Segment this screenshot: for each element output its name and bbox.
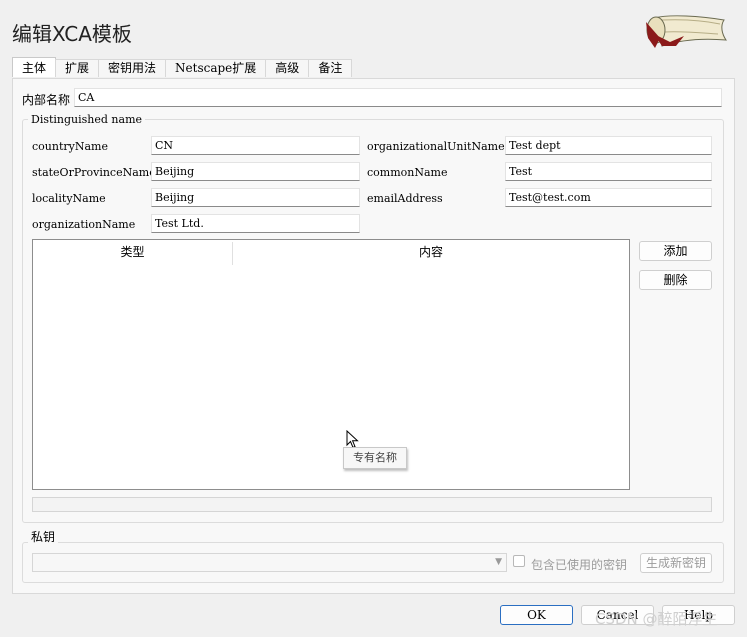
org-unit-label: organizationalUnitName <box>367 140 505 153</box>
tab-bar: 主体 扩展 密钥用法 Netscape扩展 高级 备注 <box>12 57 353 79</box>
private-key-group-title: 私钥 <box>28 528 59 545</box>
internal-name-input[interactable]: CA <box>74 88 722 107</box>
column-header-type[interactable]: 类型 <box>33 240 232 265</box>
state-input[interactable]: Beijing <box>151 162 360 181</box>
country-label: countryName <box>32 140 108 153</box>
column-header-content[interactable]: 内容 <box>233 240 629 265</box>
generate-new-key-button[interactable]: 生成新密钥 <box>640 553 712 573</box>
tab-netscape[interactable]: Netscape扩展 <box>165 59 267 77</box>
private-key-select[interactable]: ▼ <box>32 553 507 572</box>
dn-entries-table[interactable]: 类型 内容 <box>32 239 630 490</box>
state-label: stateOrProvinceName <box>32 166 156 179</box>
tab-comment[interactable]: 备注 <box>308 59 353 77</box>
window-title: 编辑XCA模板 <box>12 22 132 46</box>
organization-input[interactable]: Test Ltd. <box>151 214 360 233</box>
common-name-label: commonName <box>367 166 448 179</box>
locality-input[interactable]: Beijing <box>151 188 360 207</box>
delete-button[interactable]: 删除 <box>639 270 712 290</box>
email-label: emailAddress <box>367 192 443 205</box>
org-unit-input[interactable]: Test dept <box>505 136 712 155</box>
add-button[interactable]: 添加 <box>639 241 712 261</box>
include-used-keys-checkbox[interactable] <box>513 555 525 567</box>
organization-label: organizationName <box>32 218 136 231</box>
xca-logo-icon <box>646 15 727 48</box>
ok-button[interactable]: OK <box>500 605 573 625</box>
country-input[interactable]: CN <box>151 136 360 155</box>
email-input[interactable]: Test@test.com <box>505 188 712 207</box>
horizontal-scrollbar[interactable] <box>32 497 712 512</box>
chevron-down-icon: ▼ <box>495 557 502 567</box>
tab-advanced[interactable]: 高级 <box>265 59 310 77</box>
tab-subject[interactable]: 主体 <box>12 57 57 77</box>
dn-group-title: Distinguished name <box>28 113 146 126</box>
common-name-input[interactable]: Test <box>505 162 712 181</box>
csdn-watermark: CSDN @醉陌浮生 <box>595 610 718 628</box>
include-used-keys-label: 包含已使用的密钥 <box>531 558 628 572</box>
internal-name-label: 内部名称 <box>22 93 71 107</box>
tooltip: 专有名称 <box>343 447 407 469</box>
tab-key-usage[interactable]: 密钥用法 <box>98 59 167 77</box>
tab-extensions[interactable]: 扩展 <box>55 59 100 77</box>
locality-label: localityName <box>32 192 106 205</box>
